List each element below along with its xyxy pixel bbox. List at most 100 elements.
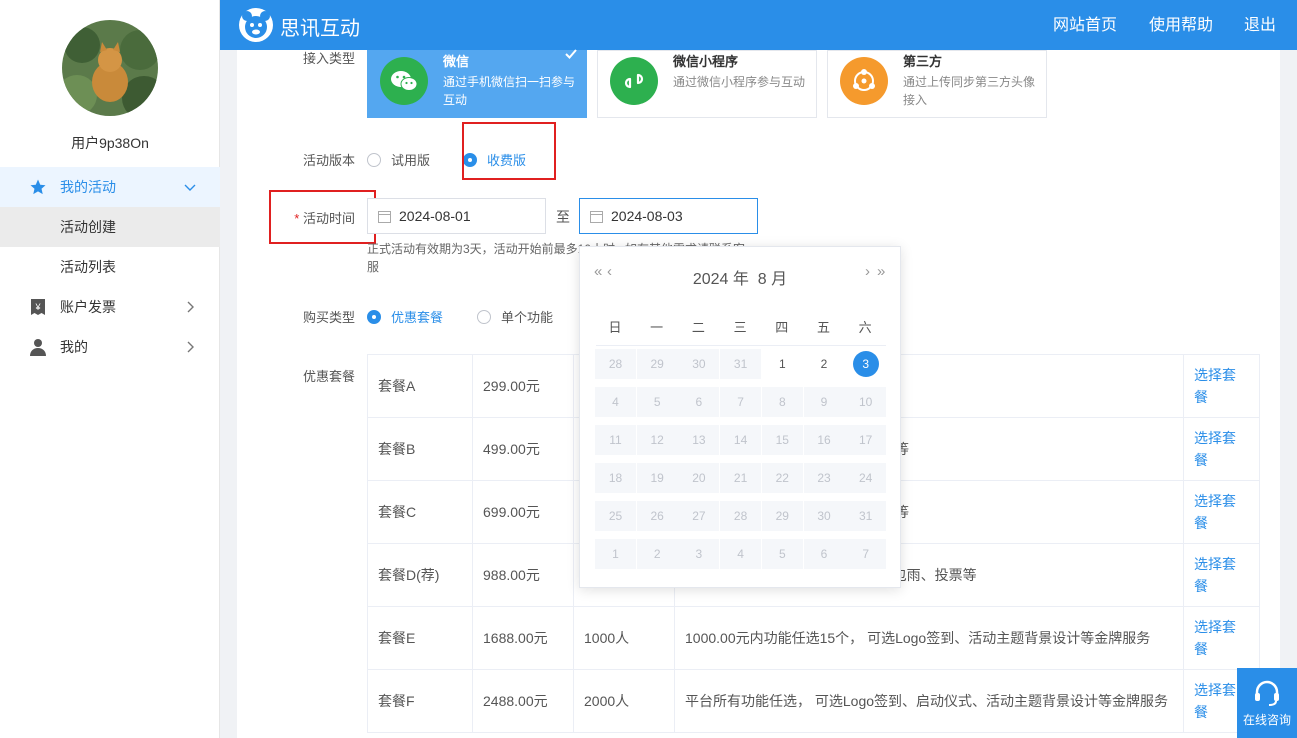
package-price: 2488.00元 xyxy=(472,669,574,733)
version-trial-radio[interactable]: 试用版 xyxy=(367,150,430,169)
access-type-label: 接入类型 xyxy=(302,51,355,66)
calendar-day: 27 xyxy=(678,501,720,531)
submenu-list-label: 活动列表 xyxy=(60,259,116,275)
select-package-cell: 选择套餐 xyxy=(1183,543,1260,607)
menu-invoice[interactable]: ¥ 账户发票 xyxy=(0,287,220,327)
weekday-label: 一 xyxy=(650,320,664,335)
package-name: 套餐E xyxy=(367,606,473,670)
purchase-single-radio[interactable]: 单个功能 xyxy=(477,307,553,326)
calendar-icon xyxy=(590,210,603,223)
package-desc: 平台所有功能任选， 可选Logo签到、启动仪式、活动主题背景设计等金牌服务 xyxy=(674,669,1184,733)
access-card-miniprogram[interactable]: 微信小程序 通过微信小程序参与互动 xyxy=(597,50,817,118)
purchase-bundle-radio[interactable]: 优惠套餐 xyxy=(367,307,443,326)
menu-my-activities[interactable]: 我的活动 xyxy=(0,167,220,207)
date-separator: 至 xyxy=(556,209,570,225)
card-title: 微信 xyxy=(443,54,470,69)
package-row: 套餐E 1688.00元 1000人 1000.00元内功能任选15个， 可选Logo… xyxy=(367,606,1260,670)
calendar-day: 11 xyxy=(595,425,636,455)
calendar-day: 16 xyxy=(803,425,845,455)
end-date-input[interactable]: 2024-08-03 xyxy=(579,198,758,234)
calendar-year[interactable]: 2024 年 xyxy=(693,271,749,288)
calendar-day: 28 xyxy=(720,501,762,531)
chevron-right-icon xyxy=(182,299,198,315)
weekday-label: 五 xyxy=(816,320,830,335)
calendar-day: 25 xyxy=(595,501,636,531)
start-date-input[interactable]: 2024-08-01 xyxy=(367,198,546,234)
star-icon xyxy=(28,177,48,197)
menu-mine[interactable]: 我的 xyxy=(0,327,220,367)
package-price: 299.00元 xyxy=(472,354,574,418)
select-package-link[interactable]: 选择套餐 xyxy=(1194,619,1236,657)
nav-help-link[interactable]: 使用帮助 xyxy=(1149,0,1213,50)
select-package-cell: 选择套餐 xyxy=(1183,480,1260,544)
calendar-day: 3 xyxy=(678,539,720,569)
online-chat-button[interactable]: 在线咨询 xyxy=(1237,668,1297,738)
bear-logo-icon xyxy=(238,7,274,46)
submenu-create[interactable]: 活动创建 xyxy=(0,207,220,247)
version-label: 活动版本 xyxy=(302,153,355,168)
calendar-day: 8 xyxy=(761,387,803,417)
calendar-day: 22 xyxy=(761,463,803,493)
card-title: 第三方 xyxy=(903,54,943,69)
select-package-cell: 选择套餐 xyxy=(1183,354,1260,418)
card-desc: 通过手机微信扫一扫参与互动 xyxy=(443,75,576,107)
select-package-link[interactable]: 选择套餐 xyxy=(1194,556,1236,594)
select-package-link[interactable]: 选择套餐 xyxy=(1194,493,1236,531)
purchase-single-text: 单个功能 xyxy=(501,310,554,325)
next-year-button[interactable]: » xyxy=(877,263,885,280)
nav-home-link[interactable]: 网站首页 xyxy=(1053,0,1117,50)
package-name: 套餐C xyxy=(367,480,473,544)
avatar[interactable] xyxy=(62,20,158,116)
weekday-label: 日 xyxy=(608,320,622,335)
weekday-label: 四 xyxy=(775,320,789,335)
card-desc: 通过微信小程序参与互动 xyxy=(673,75,806,89)
share-network-icon xyxy=(840,57,888,105)
select-package-link[interactable]: 选择套餐 xyxy=(1194,430,1236,468)
miniprogram-icon xyxy=(610,57,658,105)
package-people: 1000人 xyxy=(573,606,675,670)
calendar-month[interactable]: 8 月 xyxy=(758,271,787,288)
calendar-day[interactable]: 2 xyxy=(803,349,845,379)
calendar-day: 20 xyxy=(678,463,720,493)
wechat-icon xyxy=(380,57,428,105)
chevron-right-icon xyxy=(182,339,198,355)
select-package-cell: 选择套餐 xyxy=(1183,417,1260,481)
calendar-day: 10 xyxy=(845,387,887,417)
calendar-icon xyxy=(378,210,391,223)
access-card-thirdparty[interactable]: 第三方 通过上传同步第三方头像接入 xyxy=(827,50,1047,118)
calendar-day-selected[interactable]: 3 xyxy=(845,349,887,379)
calendar-day: 30 xyxy=(678,349,720,379)
brand-logo[interactable]: 思讯互动 xyxy=(238,7,360,46)
menu-mine-label: 我的 xyxy=(60,339,88,355)
calendar-day: 9 xyxy=(803,387,845,417)
select-package-link[interactable]: 选择套餐 xyxy=(1194,367,1236,405)
calendar-day[interactable]: 1 xyxy=(761,349,803,379)
calendar-day: 1 xyxy=(595,539,636,569)
calendar-day: 5 xyxy=(636,387,678,417)
top-bar: 思讯互动 网站首页 使用帮助 退出 xyxy=(220,0,1297,50)
card-desc: 通过上传同步第三方头像接入 xyxy=(903,75,1036,107)
calendar-header: 2024 年 8 月 xyxy=(580,265,900,289)
chevron-down-icon xyxy=(182,179,198,195)
weekday-label: 三 xyxy=(733,320,747,335)
calendar-day: 5 xyxy=(761,539,803,569)
select-package-link[interactable]: 选择套餐 xyxy=(1194,682,1236,720)
chat-label: 在线咨询 xyxy=(1242,713,1291,727)
package-people: 2000人 xyxy=(573,669,675,733)
next-month-button[interactable]: › xyxy=(865,263,870,280)
calendar-day: 26 xyxy=(636,501,678,531)
access-card-wechat[interactable]: 微信 通过手机微信扫一扫参与互动 xyxy=(367,49,587,118)
bundle-label: 优惠套餐 xyxy=(302,369,355,384)
version-trial-text: 试用版 xyxy=(391,153,431,168)
package-price: 699.00元 xyxy=(472,480,574,544)
package-name: 套餐D(荐) xyxy=(367,543,473,607)
calendar-day: 19 xyxy=(636,463,678,493)
calendar-day: 7 xyxy=(720,387,762,417)
submenu-list[interactable]: 活动列表 xyxy=(0,247,220,287)
calendar-day: 24 xyxy=(845,463,887,493)
menu-my-activities-label: 我的活动 xyxy=(60,179,116,195)
nav-logout-link[interactable]: 退出 xyxy=(1244,0,1276,50)
calendar-day: 7 xyxy=(845,539,887,569)
calendar-day: 31 xyxy=(845,501,887,531)
select-package-cell: 选择套餐 xyxy=(1183,606,1260,670)
